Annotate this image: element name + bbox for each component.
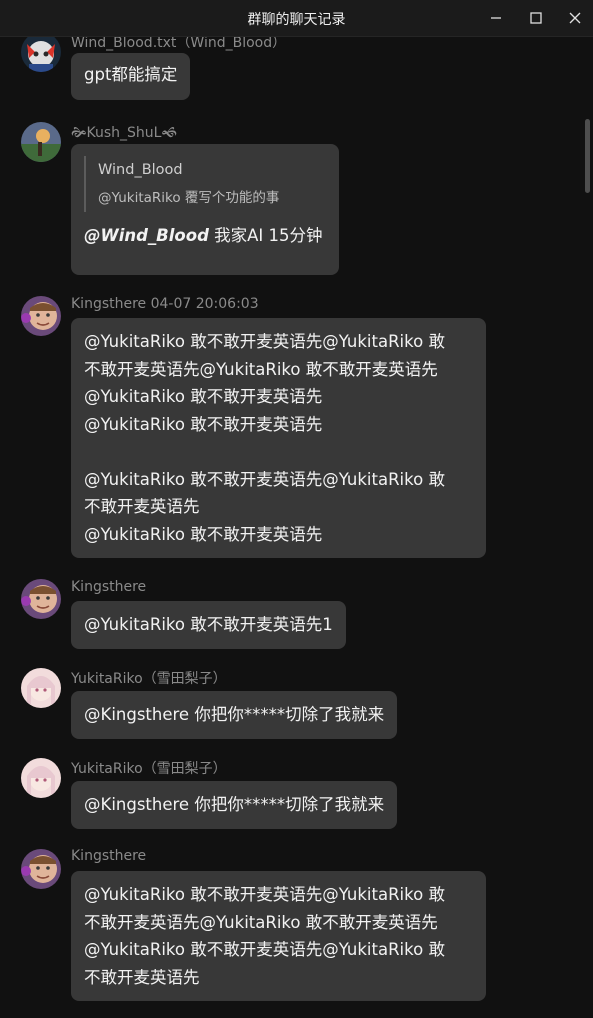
sender-name: Kingsthere [71,848,147,864]
message-text: @YukitaRiko 敢不敢开麦英语先@YukitaRiko 敢 [84,885,445,904]
message-bubble[interactable]: @YukitaRiko 敢不敢开麦英语先@YukitaRiko 敢 不敢开麦英语… [71,871,486,1001]
message-bubble[interactable]: @YukitaRiko 敢不敢开麦英语先@YukitaRiko 敢 不敢开麦英语… [71,318,486,558]
sender-name: YukitaRiko（雪田梨子） [71,671,227,687]
message-text: gpt都能搞定 [84,65,178,84]
sender-name: Kingsthere [71,579,147,595]
message-text: 不敢开麦英语先 [84,497,200,516]
scrollbar-thumb[interactable] [585,119,590,193]
avatar[interactable] [21,668,61,708]
message-text: @YukitaRiko 敢不敢开麦英语先 [84,414,323,434]
avatar[interactable] [21,296,61,336]
message-bubble[interactable]: gpt都能搞定 [71,53,191,100]
avatar[interactable] [21,122,61,162]
quoted-text: @YukitaRiko 覆写个功能的事 [98,190,280,206]
mention[interactable]: @Wind_Blood [84,226,209,245]
quoted-message[interactable]: Wind_Blood @YukitaRiko 覆写个功能的事 [84,156,326,212]
message-text: @YukitaRiko 敢不敢开麦英语先 [84,387,323,406]
message-bubble[interactable]: @YukitaRiko 敢不敢开麦英语先1 [71,601,346,649]
message-bubble[interactable]: Wind_Blood @YukitaRiko 覆写个功能的事 @Wind_Blo… [71,144,339,275]
chat-history: Wind_Blood.txt（Wind_Blood） gpt都能搞定 🙞Kush… [0,37,583,1018]
message-text: @YukitaRiko 敢不敢开麦英语先@YukitaRiko 敢 [84,940,445,959]
avatar[interactable] [21,579,61,619]
message-text: 不敢开麦英语先 [84,967,200,987]
message-text: @YukitaRiko 敢不敢开麦英语先 [84,524,323,544]
message-text: 我家AI 15分钟 [208,226,323,245]
maximize-button[interactable] [526,8,546,28]
message-text: @YukitaRiko 敢不敢开麦英语先1 [84,615,333,634]
message-bubble[interactable]: @Kingsthere 你把你*****切除了我就来 [71,781,398,829]
reply-line: @Wind_Blood 我家AI 15分钟 [84,222,326,250]
message-text: @Kingsthere 你把你*****切除了我就来 [84,795,385,814]
avatar[interactable] [21,849,61,889]
sender-name: Wind_Blood.txt（Wind_Blood） [71,37,287,51]
avatar[interactable] [21,37,61,72]
quoted-sender: Wind_Blood [98,162,183,178]
avatar[interactable] [21,758,61,798]
message-text: @YukitaRiko 敢不敢开麦英语先@YukitaRiko 敢 [84,332,445,351]
sender-name: 🙞Kush_ShuL🙜 [71,125,177,141]
message-text: @Kingsthere 你把你*****切除了我就来 [84,705,385,724]
sender-name: Kingsthere 04-07 20:06:03 [71,296,259,312]
close-button[interactable] [565,8,585,28]
message-text: 不敢开麦英语先@YukitaRiko 敢不敢开麦英语先 [84,912,438,932]
title-bar: 群聊的聊天记录 [0,0,593,37]
message-text: 不敢开麦英语先@YukitaRiko 敢不敢开麦英语先 [84,359,438,379]
sender-name: YukitaRiko（雪田梨子） [71,761,227,777]
minimize-button[interactable] [486,8,506,28]
message-text: @YukitaRiko 敢不敢开麦英语先@YukitaRiko 敢 [84,469,445,489]
message-bubble[interactable]: @Kingsthere 你把你*****切除了我就来 [71,691,398,739]
